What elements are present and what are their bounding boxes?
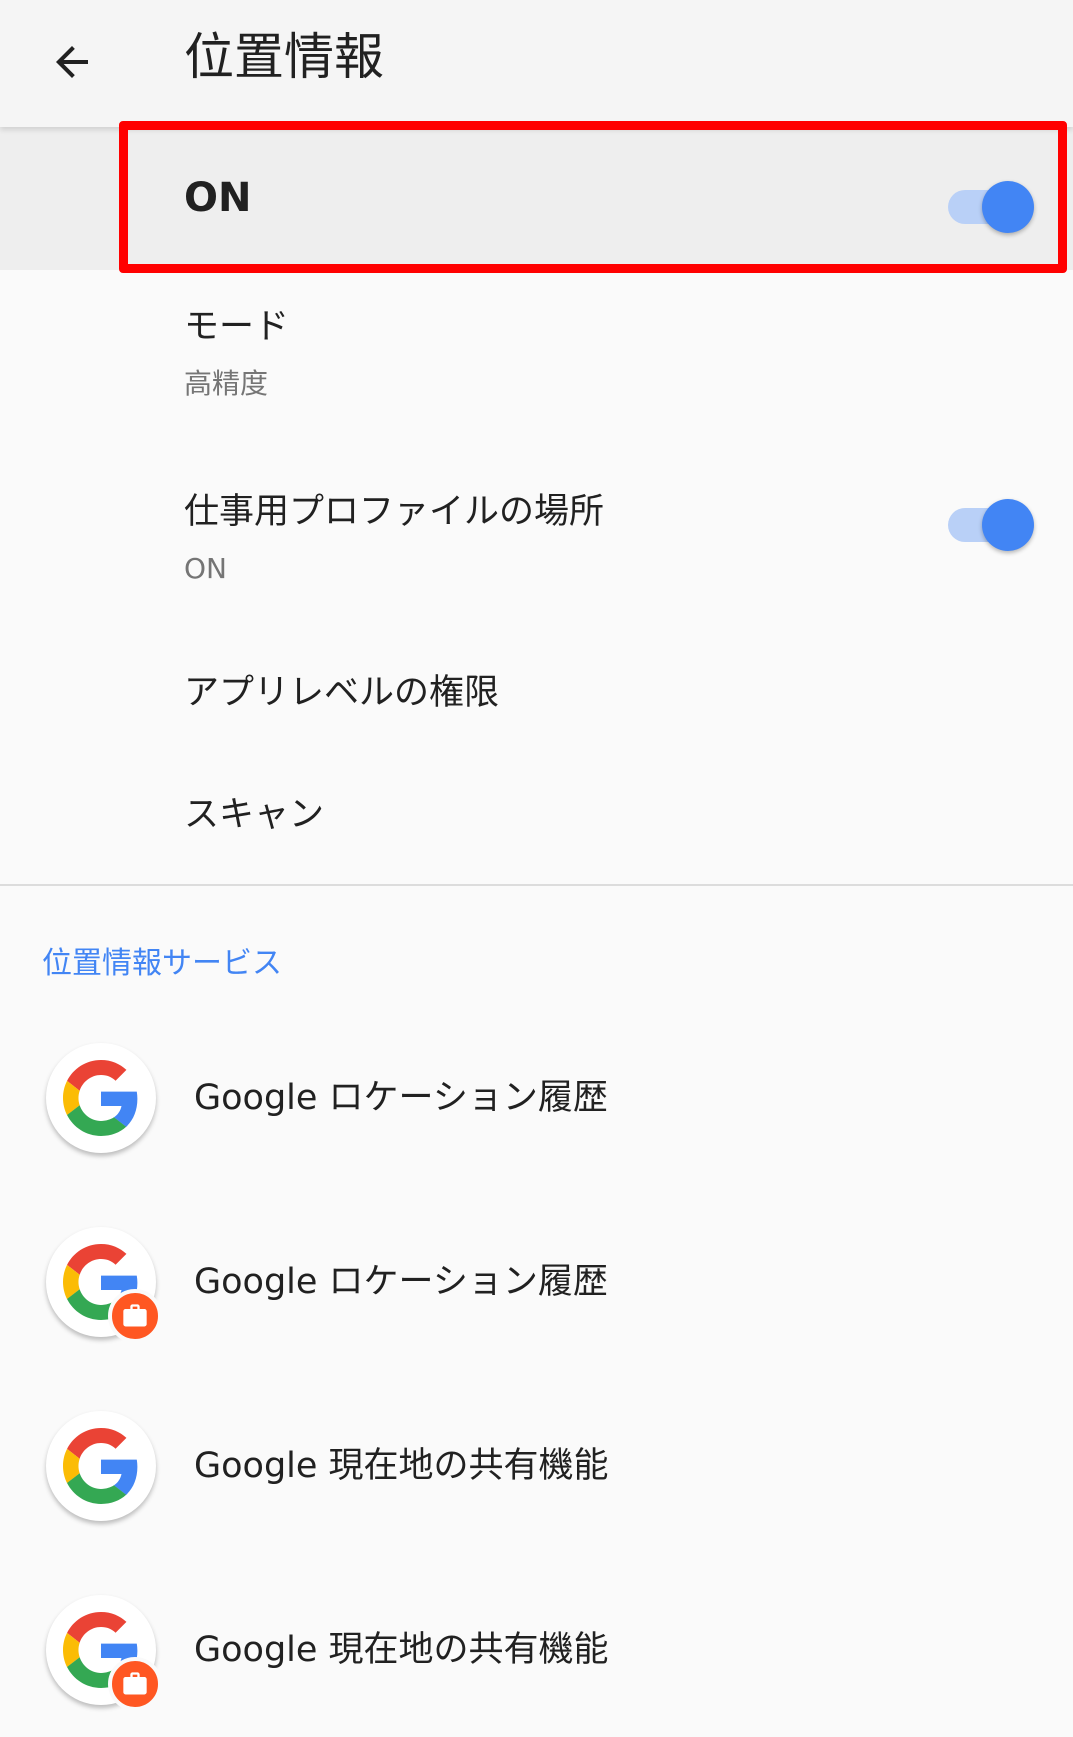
- google-icon-background: [46, 1043, 156, 1153]
- google-icon: [46, 1227, 162, 1343]
- mode-subtitle: 高精度: [184, 367, 269, 400]
- service-label: Google 現在地の共有機能: [194, 1446, 609, 1486]
- switch-thumb: [982, 499, 1034, 551]
- back-arrow-icon: [56, 46, 88, 78]
- app-level-permissions-title: アプリレベルの権限: [184, 673, 500, 713]
- work-profile-badge: [108, 1289, 162, 1343]
- highlight-annotation-box: [119, 121, 1067, 273]
- scan-row[interactable]: スキャン: [0, 762, 1073, 884]
- google-icon-background: [46, 1411, 156, 1521]
- section-divider: [0, 884, 1073, 886]
- google-icon: [46, 1043, 156, 1153]
- mode-title: モード: [184, 307, 290, 347]
- work-profile-location-title: 仕事用プロファイルの場所: [184, 492, 605, 532]
- google-icon: [46, 1411, 156, 1521]
- app-level-permissions-row[interactable]: アプリレベルの権限: [0, 640, 1073, 762]
- app-bar: 位置情報: [0, 0, 1073, 127]
- service-item[interactable]: Google ロケーション履歴: [0, 1199, 1073, 1369]
- back-button[interactable]: [30, 20, 114, 104]
- work-profile-location-subtitle: ON: [184, 552, 227, 585]
- page-title: 位置情報: [184, 28, 384, 86]
- service-item[interactable]: Google 現在地の共有機能: [0, 1567, 1073, 1737]
- work-profile-toggle-switch[interactable]: [948, 491, 1034, 551]
- work-profile-location-row[interactable]: 仕事用プロファイルの場所 ON: [0, 455, 1073, 640]
- google-g-icon: [63, 1428, 138, 1504]
- location-services-header: 位置情報サービス: [42, 946, 282, 981]
- work-profile-badge: [108, 1657, 162, 1711]
- service-item[interactable]: Google 現在地の共有機能: [0, 1383, 1073, 1553]
- service-label: Google 現在地の共有機能: [194, 1630, 609, 1670]
- scan-title: スキャン: [184, 795, 325, 835]
- mode-row[interactable]: モード 高精度: [0, 270, 1073, 455]
- service-item[interactable]: Google ロケーション履歴: [0, 1015, 1073, 1185]
- briefcase-icon: [123, 1304, 147, 1327]
- google-icon: [46, 1595, 162, 1711]
- service-label: Google ロケーション履歴: [194, 1078, 608, 1118]
- google-g-icon: [63, 1060, 138, 1136]
- briefcase-icon: [123, 1672, 147, 1695]
- service-label: Google ロケーション履歴: [194, 1262, 608, 1302]
